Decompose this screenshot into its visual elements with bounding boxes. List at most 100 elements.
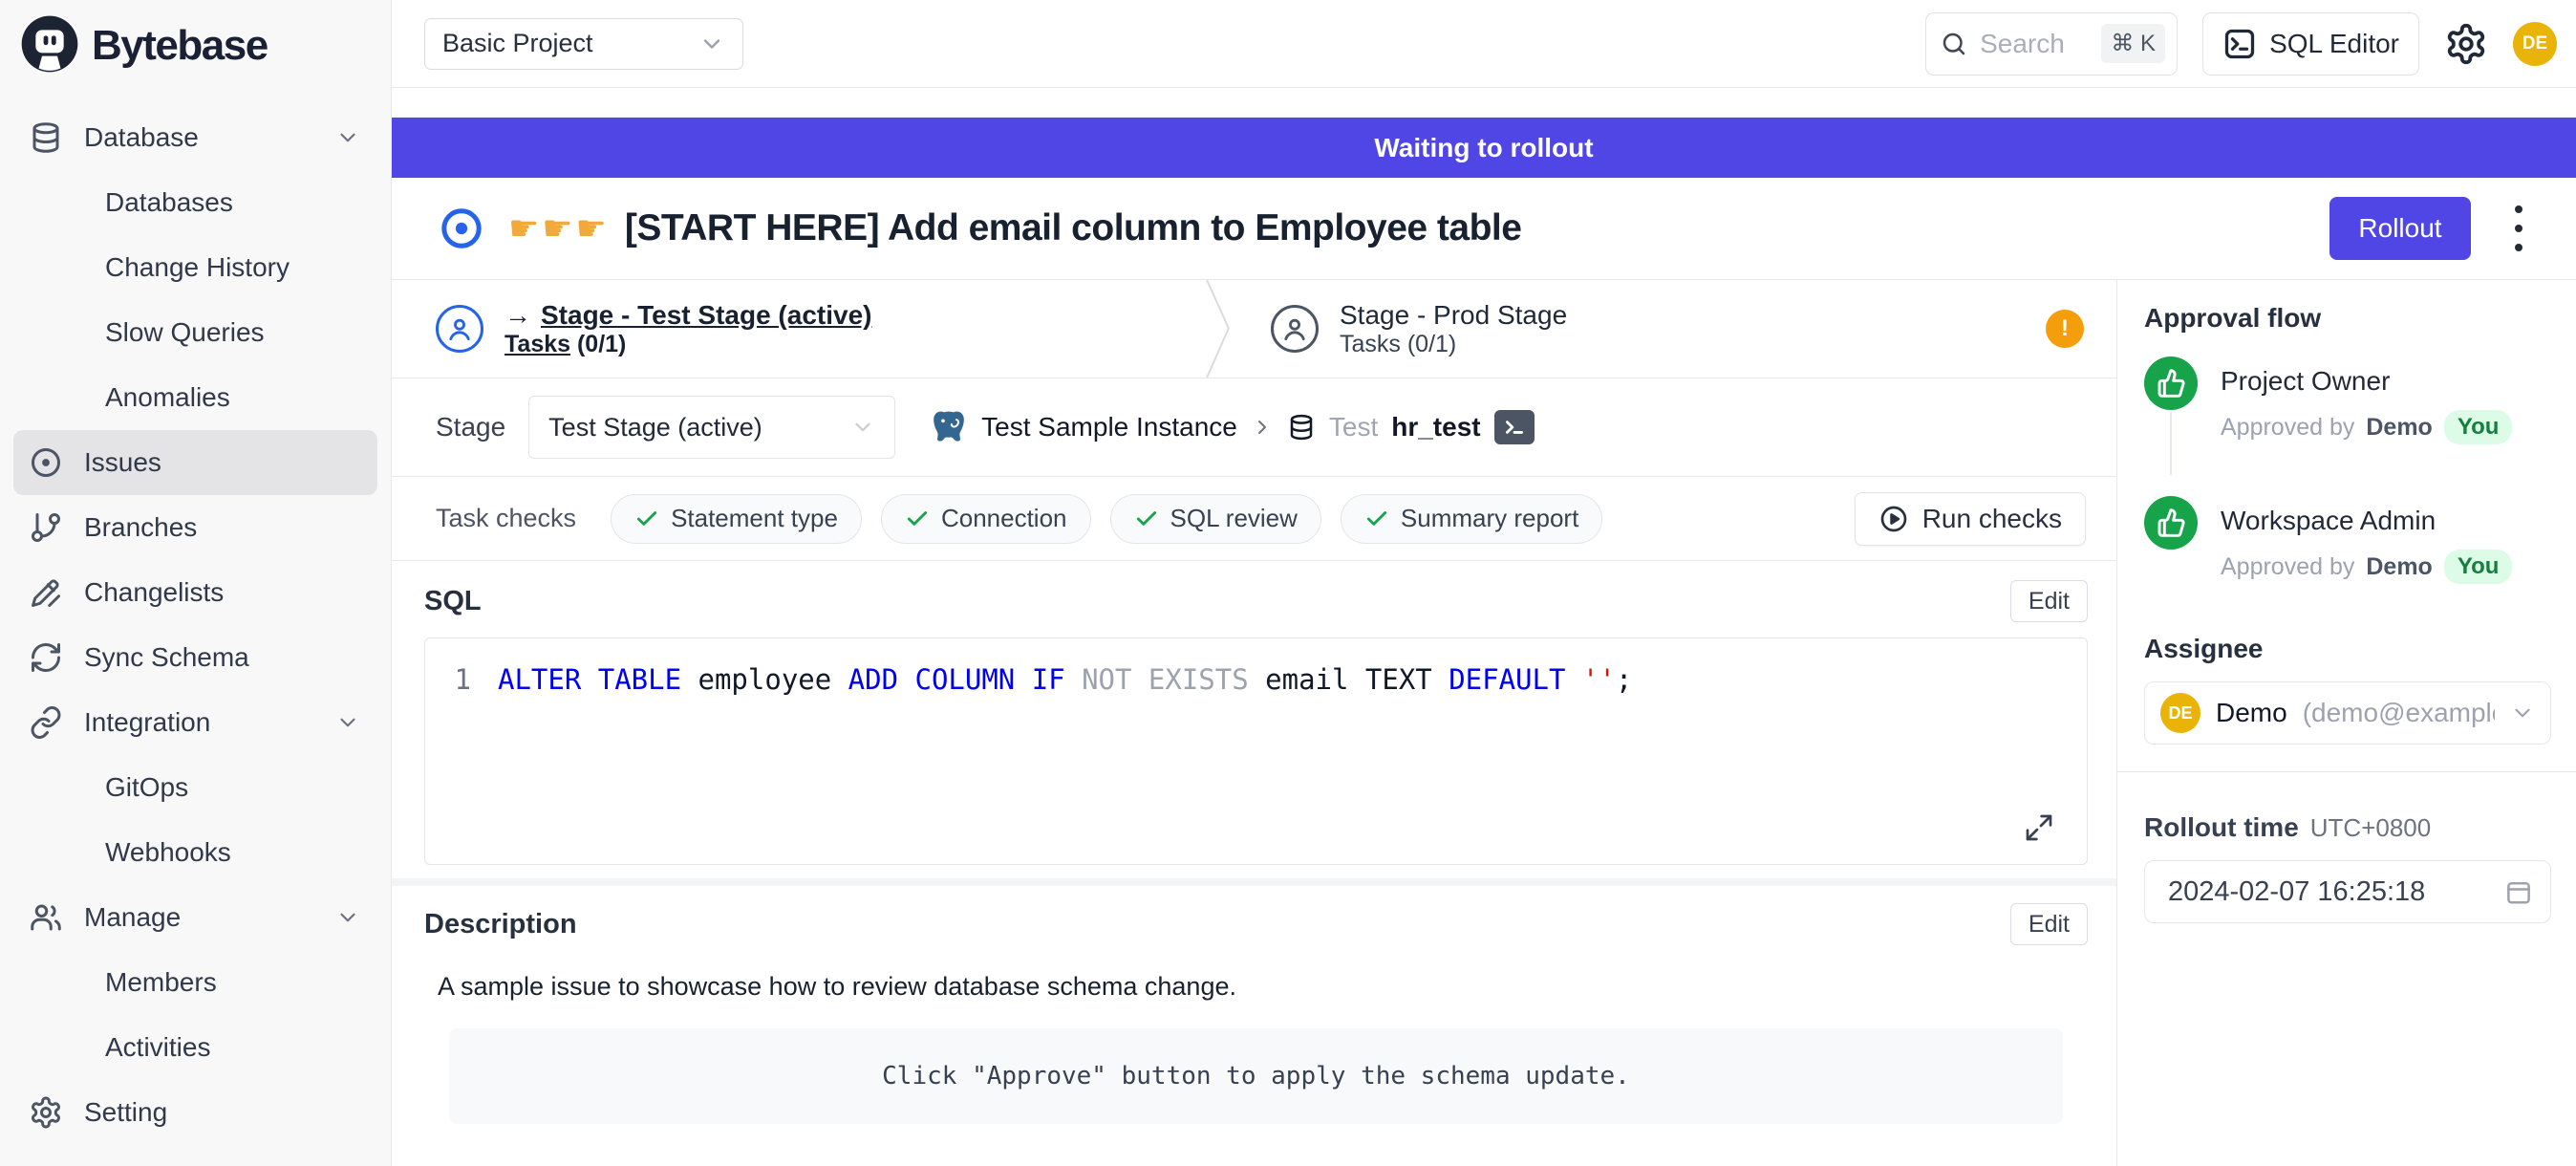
sidebar-item-label: Database [84, 122, 199, 153]
sidebar-item-label: Manage [84, 902, 181, 933]
sidebar-item-manage[interactable]: Manage [13, 885, 377, 950]
rollout-time-label: Rollout time [2144, 812, 2299, 843]
changelist-pencil-icon [29, 575, 63, 610]
database-breadcrumb: Test Sample Instance Test hr_test [930, 408, 1534, 446]
you-badge: You [2444, 550, 2513, 584]
stage-select-dropdown[interactable]: Test Stage (active) [528, 396, 895, 459]
project-selector[interactable]: Basic Project [424, 18, 743, 70]
assignee-email: (demo@example [2303, 698, 2495, 728]
sidebar-item-label: Slow Queries [105, 317, 265, 348]
assignee-avatar: DE [2160, 693, 2200, 733]
sidebar-item-label: Branches [84, 512, 197, 543]
sidebar-item-label: Activities [105, 1032, 210, 1063]
git-branch-icon [29, 510, 63, 545]
sidebar-item-branches[interactable]: Branches [13, 495, 377, 560]
issue-title: [START HERE] Add email column to Employe… [625, 207, 1522, 249]
check-sql-review[interactable]: SQL review [1110, 494, 1321, 544]
description-edit-button[interactable]: Edit [2010, 903, 2088, 945]
sidebar-item-activities[interactable]: Activities [13, 1015, 377, 1080]
link-icon [29, 705, 63, 740]
description-text: A sample issue to showcase how to review… [438, 972, 2088, 1002]
sidebar-item-label: Change History [105, 252, 290, 283]
rollout-time-input[interactable]: 2024-02-07 16:25:18 [2144, 860, 2551, 923]
approver-name: Demo [2366, 553, 2432, 581]
check-icon [634, 507, 659, 531]
sidebar-item-change-history[interactable]: Change History [13, 235, 377, 300]
search-placeholder: Search [1980, 29, 2065, 59]
topbar-right: Search ⌘ K SQL Editor DE [1925, 12, 2557, 76]
postgresql-icon [930, 408, 968, 446]
brand-name: Bytebase [92, 22, 268, 70]
sidebar-item-label: Issues [84, 447, 161, 478]
step-connector-line [2170, 412, 2172, 475]
sidebar-item-label: Changelists [84, 577, 224, 608]
sidebar-item-webhooks[interactable]: Webhooks [13, 820, 377, 885]
sql-code-editor[interactable]: 1 ALTER TABLE employee ADD COLUMN IF NOT… [424, 637, 2088, 865]
stage-person-icon [436, 305, 483, 353]
check-icon [905, 507, 930, 531]
rollout-button[interactable]: Rollout [2329, 197, 2471, 260]
stage-tasks-link[interactable]: Tasks [504, 331, 570, 357]
stage-tab-test[interactable]: → Stage - Test Stage (active) Tasks (0/1) [392, 280, 1204, 378]
sidebar-item-gitops[interactable]: GitOps [13, 755, 377, 820]
sidebar-item-database[interactable]: Database [13, 105, 377, 170]
circle-dot-icon [29, 445, 63, 480]
active-stage-arrow: → [504, 300, 531, 331]
sidebar-item-label: Members [105, 967, 217, 998]
sidebar-item-changelists[interactable]: Changelists [13, 560, 377, 625]
check-connection[interactable]: Connection [881, 494, 1091, 544]
sidebar-item-sync-schema[interactable]: Sync Schema [13, 625, 377, 690]
sidebar-item-label: Webhooks [105, 837, 231, 868]
check-summary-report[interactable]: Summary report [1341, 494, 1602, 544]
sidebar-item-members[interactable]: Members [13, 950, 377, 1015]
check-icon [1364, 507, 1389, 531]
you-badge: You [2444, 410, 2513, 444]
expand-icon[interactable] [2024, 812, 2054, 843]
run-checks-button[interactable]: Run checks [1855, 492, 2086, 546]
approval-step: Project Owner Approved by Demo You [2144, 356, 2551, 473]
sidebar-item-integration[interactable]: Integration [13, 690, 377, 755]
issue-title-row: ☛☛☛ [START HERE] Add email column to Emp… [392, 178, 2576, 280]
sidebar-item-issues[interactable]: Issues [13, 430, 377, 495]
stage-tasks-count: Tasks (0/1) [1340, 331, 1456, 357]
sidebar-item-setting[interactable]: Setting [13, 1080, 377, 1145]
rollout-time-value: 2024-02-07 16:25:18 [2168, 876, 2425, 908]
database-link[interactable]: hr_test [1391, 412, 1480, 443]
sidebar-item-slow-queries[interactable]: Slow Queries [13, 300, 377, 365]
search-icon [1940, 30, 1968, 58]
issue-title-emoji: ☛☛☛ [508, 208, 610, 248]
bytebase-logo[interactable]: Bytebase [0, 0, 391, 92]
task-checks-row: Task checks Statement type Connection SQ… [392, 477, 2116, 561]
sql-section: SQL Edit 1 ALTER TABLE employee ADD COLU… [392, 561, 2116, 865]
search-input[interactable]: Search ⌘ K [1925, 12, 2178, 76]
sql-editor-button[interactable]: SQL Editor [2202, 12, 2419, 76]
open-sql-editor-icon[interactable] [1494, 410, 1535, 444]
sidebar: Bytebase Database Databases Change Histo… [0, 0, 392, 1166]
database-icon [1287, 413, 1316, 442]
database-icon [29, 120, 63, 155]
settings-gear-icon[interactable] [2444, 22, 2488, 66]
issue-open-status-icon [440, 206, 483, 250]
search-shortcut-badge: ⌘ K [2101, 24, 2165, 63]
chevron-right-icon [1251, 416, 1274, 439]
description-section: Description Edit A sample issue to showc… [392, 886, 2116, 1124]
issue-detail-column: → Stage - Test Stage (active) Tasks (0/1)… [392, 280, 2116, 1166]
sidebar-item-anomalies[interactable]: Anomalies [13, 365, 377, 430]
assignee-dropdown[interactable]: DE Demo (demo@example [2144, 681, 2551, 745]
check-statement-type[interactable]: Statement type [611, 494, 862, 544]
kebab-menu-icon[interactable] [2515, 205, 2522, 251]
approved-thumbs-up-icon [2144, 496, 2198, 550]
sidebar-item-databases[interactable]: Databases [13, 170, 377, 235]
instance-link[interactable]: Test Sample Instance [981, 412, 1237, 443]
stage-selector-row: Stage Test Stage (active) [392, 378, 2116, 477]
sidebar-item-label: Anomalies [105, 382, 230, 413]
stage-tasks-count: (0/1) [570, 331, 626, 357]
sidebar-item-label: Setting [84, 1097, 167, 1128]
sql-edit-button[interactable]: Edit [2010, 580, 2088, 622]
stage-tab-prod[interactable]: Stage - Prod Stage Tasks (0/1) [1233, 280, 1567, 378]
sync-icon [29, 640, 63, 675]
sidebar-item-label: Integration [84, 707, 210, 738]
stage-tab-title[interactable]: Stage - Test Stage (active) [541, 300, 871, 331]
task-checks-label: Task checks [436, 504, 576, 533]
user-avatar[interactable]: DE [2513, 22, 2557, 66]
